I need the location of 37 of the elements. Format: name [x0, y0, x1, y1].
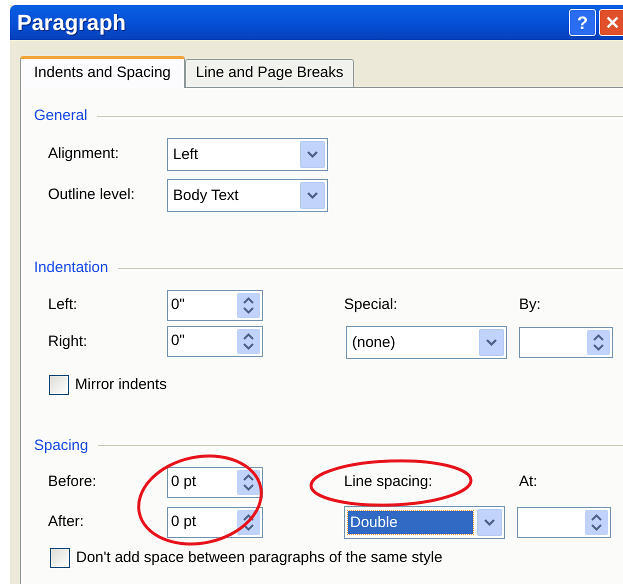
help-button[interactable]: ? [569, 9, 596, 36]
dropdown[interactable]: Left [167, 138, 328, 171]
spin-field[interactable]: 0 pt [167, 506, 263, 538]
checkbox-label: Mirror indents [75, 375, 167, 395]
field-label: Left: [48, 295, 78, 316]
field-label: At: [519, 472, 538, 492]
checkbox-label: Don't add space between paragraphs of the same style [76, 548, 442, 568]
section-heading: Spacing [34, 436, 88, 454]
dropdown[interactable]: (none) [346, 326, 507, 359]
spin-arrows-icon[interactable] [237, 470, 260, 494]
spin-field[interactable]: 0" [167, 326, 263, 357]
dropdown[interactable]: Body Text [167, 179, 328, 212]
close-button[interactable]: ✕ [599, 9, 623, 36]
field-label: Line spacing: [344, 472, 434, 492]
section-heading: General [34, 107, 88, 125]
spin-arrows-icon[interactable] [237, 329, 260, 354]
spin-field[interactable]: 0 pt [167, 466, 263, 498]
field-label: Alignment: [48, 144, 120, 164]
field-label: Right: [48, 332, 88, 352]
field-label: Outline level: [48, 185, 136, 206]
dropdown[interactable]: Double [344, 506, 505, 538]
checkbox[interactable] [50, 548, 70, 568]
field-label: After: [48, 512, 85, 532]
spin-arrows-icon[interactable] [585, 510, 608, 534]
spin-field[interactable] [517, 506, 611, 538]
field-label: Special: [344, 295, 398, 316]
spin-arrows-icon[interactable] [587, 330, 610, 355]
tab[interactable]: Indents and Spacing [20, 56, 185, 88]
window-title: Paragraph [17, 9, 127, 37]
field-label: Before: [48, 472, 98, 492]
spin-arrows-icon[interactable] [237, 293, 260, 318]
checkbox[interactable] [49, 375, 69, 396]
spin-field[interactable]: 0" [167, 290, 263, 321]
spin-field[interactable] [519, 327, 613, 358]
field-label: By: [519, 295, 541, 316]
tab[interactable]: Line and Page Breaks [184, 59, 354, 87]
section-heading: Indentation [34, 259, 108, 277]
